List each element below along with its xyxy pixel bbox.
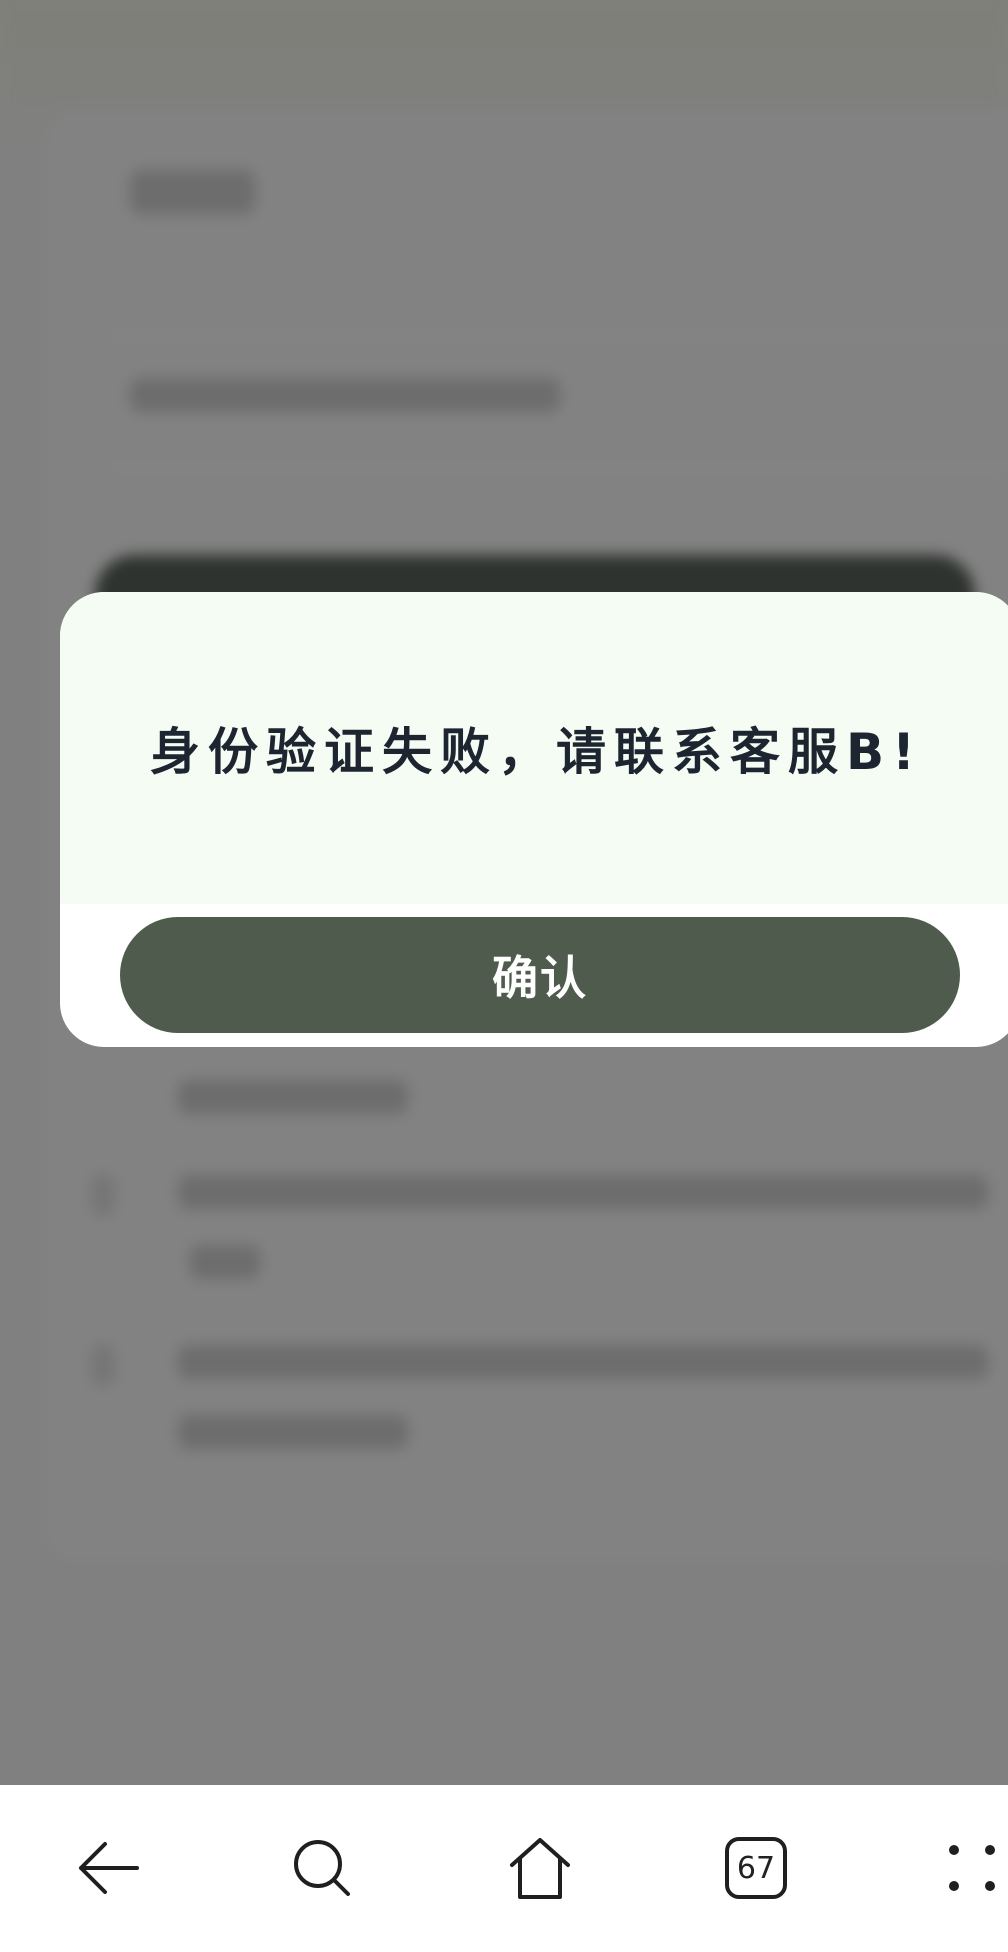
background-list-number (92, 1175, 114, 1215)
background-list-number (92, 1345, 114, 1385)
background-text-block (178, 1415, 408, 1449)
alert-dialog: 身份验证失败，请联系客服B! 确认 (60, 592, 1008, 1047)
home-button[interactable] (500, 1823, 580, 1913)
menu-button[interactable] (932, 1823, 1008, 1913)
screen: 身份验证失败，请联系客服B! 确认 67 (0, 0, 1008, 1952)
bottom-navigation-bar: 67 (0, 1785, 1008, 1952)
back-button[interactable] (68, 1823, 148, 1913)
search-icon (290, 1836, 354, 1900)
home-icon (506, 1835, 574, 1901)
background-separator (110, 465, 1008, 467)
more-dots-icon (942, 1838, 1002, 1898)
tabs-button[interactable]: 67 (716, 1823, 796, 1913)
dialog-message: 身份验证失败，请联系客服B! (150, 723, 923, 781)
tabs-count: 67 (736, 1850, 776, 1886)
background-text-block (178, 1175, 988, 1209)
back-arrow-icon (75, 1838, 141, 1898)
confirm-button[interactable]: 确认 (120, 917, 960, 1033)
background-text-block (178, 1345, 988, 1379)
background-text-block (190, 1245, 260, 1279)
background-text-block (130, 378, 560, 412)
background-text-block (178, 1080, 408, 1114)
search-button[interactable] (282, 1823, 362, 1913)
background-separator (110, 335, 1008, 337)
background-title-block (130, 170, 255, 214)
tabs-icon: 67 (724, 1836, 788, 1900)
